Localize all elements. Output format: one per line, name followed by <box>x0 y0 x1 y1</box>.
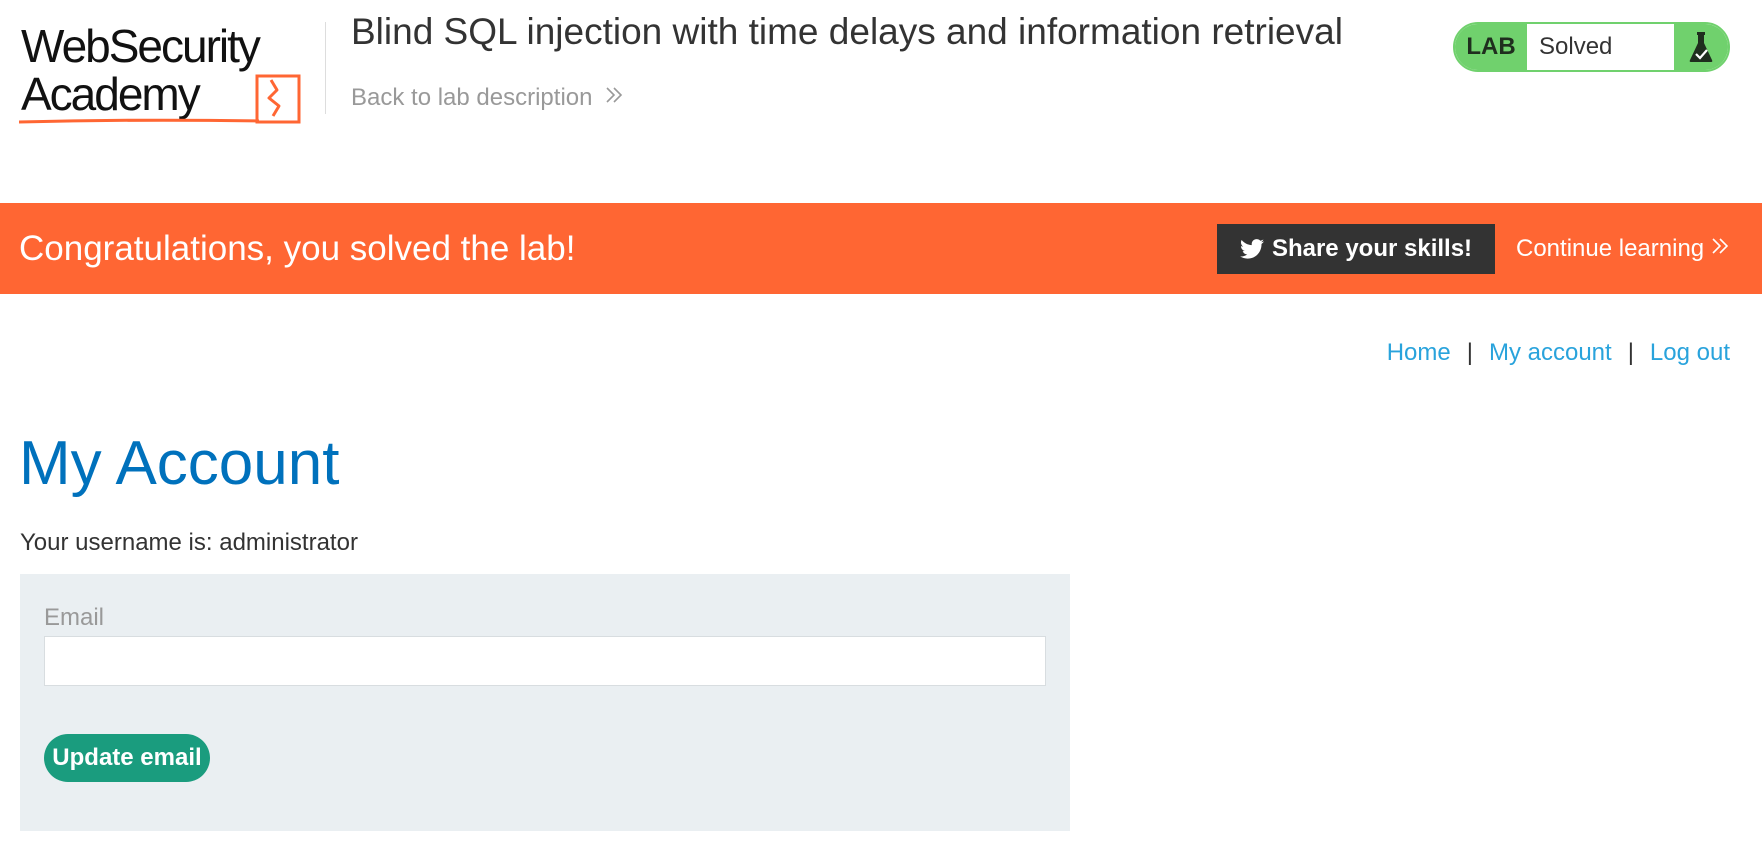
nav-separator: | <box>1627 339 1634 366</box>
twitter-icon <box>1239 239 1264 259</box>
nav-log-out-link[interactable]: Log out <box>1650 337 1730 369</box>
lab-tag: LAB <box>1455 24 1527 70</box>
username-text: Your username is: administrator <box>20 529 358 556</box>
change-email-form: Email Update email <box>20 574 1070 831</box>
back-link-label: Back to lab description <box>351 84 593 111</box>
svg-text:Academy: Academy <box>21 68 201 120</box>
flask-check-icon <box>1674 24 1728 70</box>
nav-home-link[interactable]: Home <box>1387 337 1451 369</box>
back-to-lab-description-link[interactable]: Back to lab description <box>351 82 624 114</box>
page-title: My Account <box>19 429 340 498</box>
email-label: Email <box>44 604 105 631</box>
logo-graphic: WebSecurity Academy <box>19 20 301 124</box>
nav-my-account-link[interactable]: My account <box>1489 337 1612 369</box>
email-input[interactable] <box>44 636 1046 686</box>
header: WebSecurity Academy Blind SQL injection … <box>0 0 1762 203</box>
congratulations-message: Congratulations, you solved the lab! <box>19 229 576 268</box>
share-skills-label: Share your skills! <box>1271 235 1473 262</box>
lab-status-badge: LAB Solved <box>1453 22 1730 72</box>
double-chevron-right-icon <box>1710 233 1730 265</box>
continue-learning-label: Continue learning <box>1516 235 1705 262</box>
double-chevron-right-icon <box>604 82 624 114</box>
nav-separator: | <box>1466 339 1473 366</box>
web-security-academy-logo[interactable]: WebSecurity Academy <box>19 18 322 130</box>
continue-learning-link[interactable]: Continue learning <box>1516 233 1730 265</box>
lab-state: Solved <box>1539 33 1613 60</box>
update-email-button[interactable]: Update email <box>44 734 210 782</box>
top-nav: Home | My account | Log out <box>1387 337 1730 369</box>
svg-text:WebSecurity: WebSecurity <box>21 20 261 72</box>
solved-banner: Congratulations, you solved the lab! Sha… <box>0 203 1762 294</box>
lab-title: Blind SQL injection with time delays and… <box>351 11 1343 52</box>
share-skills-button[interactable]: Share your skills! <box>1217 224 1495 274</box>
logo-divider <box>325 22 326 114</box>
